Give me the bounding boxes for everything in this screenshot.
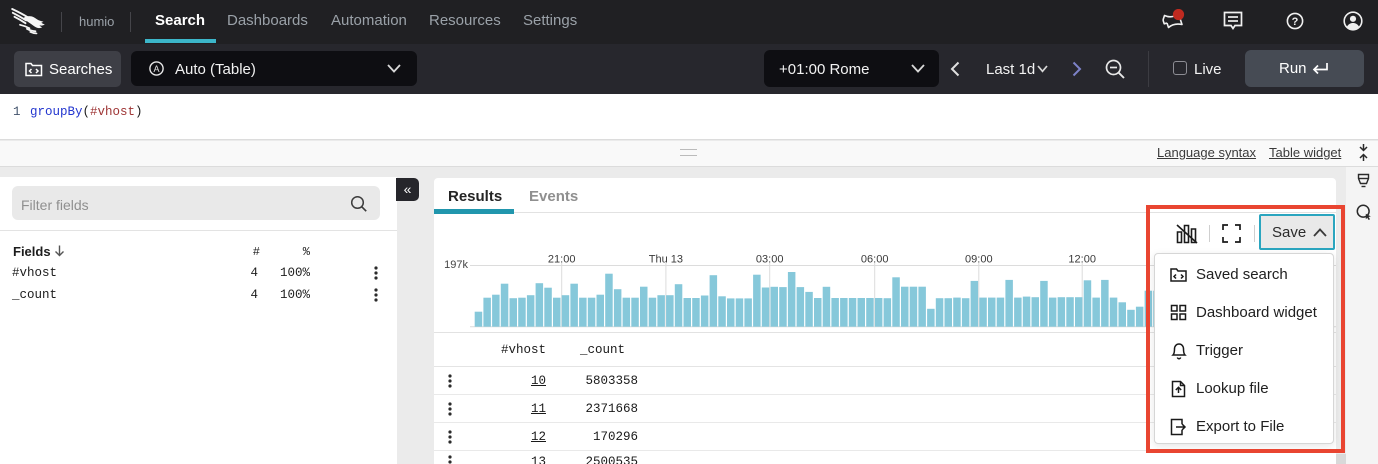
svg-text:?: ? bbox=[1292, 16, 1299, 28]
svg-text:21:00: 21:00 bbox=[548, 254, 576, 266]
svg-text:A: A bbox=[153, 64, 159, 74]
svg-text:06:00: 06:00 bbox=[861, 254, 889, 266]
svg-text:Thu 13: Thu 13 bbox=[649, 254, 683, 266]
svg-text:12:00: 12:00 bbox=[1068, 254, 1096, 266]
svg-text:03:00: 03:00 bbox=[756, 254, 784, 266]
svg-text:09:00: 09:00 bbox=[965, 254, 993, 266]
